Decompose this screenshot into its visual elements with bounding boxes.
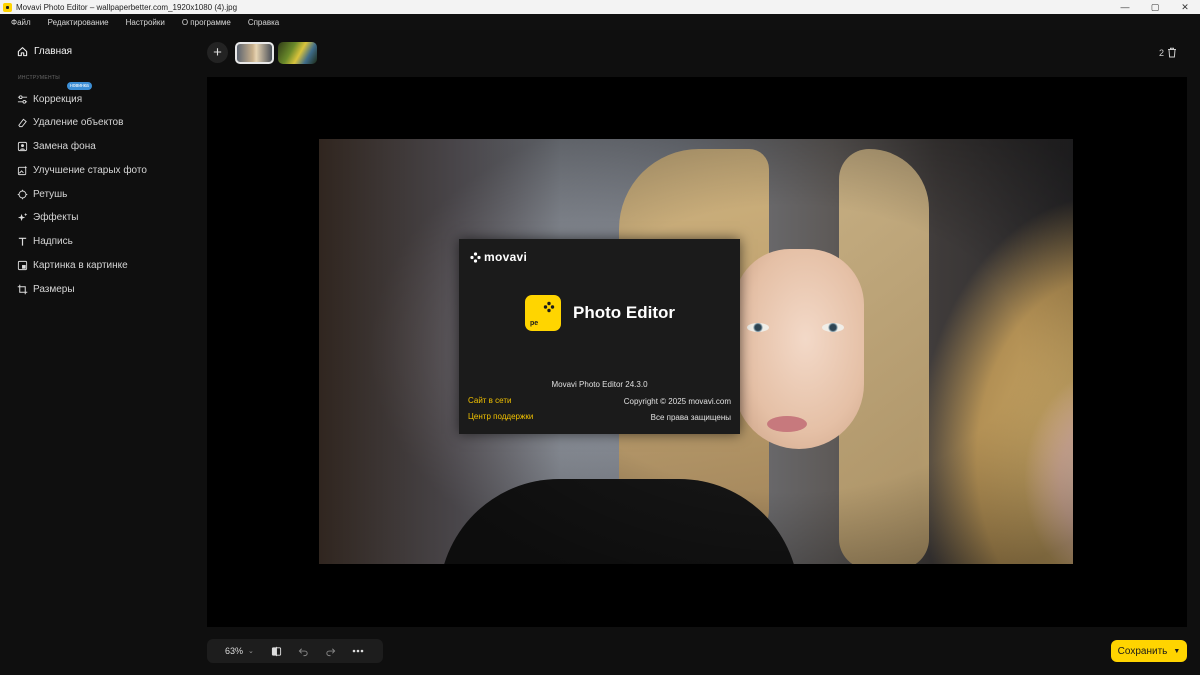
sidebar-item-picture-in-picture[interactable]: Картинка в картинке (17, 258, 128, 272)
sidebar-item-label: Эффекты (33, 211, 79, 223)
sidebar-item-label: Надпись (33, 235, 73, 247)
undo-icon (299, 647, 309, 656)
maximize-button[interactable]: ▢ (1140, 2, 1170, 13)
more-button[interactable] (349, 642, 367, 660)
sidebar-item-label: Картинка в картинке (33, 259, 128, 271)
sidebar-item-resize[interactable]: Размеры (17, 282, 75, 296)
tools-section-label: ИНСТРУМЕНТЫ (18, 75, 60, 81)
sidebar-item-background-replace[interactable]: Замена фона (17, 139, 96, 153)
sliders-icon (17, 94, 28, 105)
photo-enhance-icon (17, 165, 28, 176)
text-icon (17, 236, 28, 247)
copyright-text: Copyright © 2025 movavi.com (623, 397, 731, 406)
sidebar-item-label: Замена фона (33, 140, 96, 152)
trash-icon (1168, 47, 1177, 58)
undo-button[interactable] (295, 642, 313, 660)
sidebar-item-label: Размеры (33, 283, 75, 295)
movavi-logo-icon (470, 251, 481, 263)
bottom-toolbar: 63% ⌄ (207, 639, 383, 663)
sidebar-item-effects[interactable]: Эффекты (17, 210, 78, 224)
zoom-dropdown[interactable]: 63% ⌄ (225, 646, 254, 656)
movavi-brand: movavi (470, 250, 527, 264)
menu-bar: Файл Редактирование Настройки О программ… (0, 14, 1200, 30)
redo-icon (326, 647, 336, 656)
save-button[interactable]: Сохранить ▼ (1111, 640, 1187, 662)
version-text: Movavi Photo Editor 24.3.0 (551, 380, 648, 389)
more-icon (352, 649, 364, 653)
home-icon (17, 47, 28, 57)
chevron-down-icon: ⌄ (248, 648, 254, 655)
support-center-link[interactable]: Центр поддержки (468, 412, 533, 421)
sidebar-item-retouch[interactable]: Ретушь (17, 187, 67, 201)
sidebar-item-old-photo-enhance[interactable]: Улучшение старых фото (17, 163, 147, 177)
open-files-counter[interactable]: 2 (1159, 47, 1177, 58)
sidebar-item-object-removal[interactable]: Удаление объектов (17, 115, 123, 129)
chevron-down-icon: ▼ (1173, 647, 1181, 655)
sidebar-item-text[interactable]: Надпись (17, 234, 73, 248)
retouch-icon (17, 189, 28, 200)
sidebar-item-correction[interactable]: Коррекция (17, 92, 82, 106)
rights-text: Все права защищены (650, 413, 731, 422)
window-titlebar: Movavi Photo Editor – wallpaperbetter.co… (0, 0, 1200, 14)
new-badge: НОВИНКА (67, 82, 92, 90)
compare-icon (272, 646, 282, 656)
about-dialog: movavi pe Photo Editor Movavi Photo Edit… (459, 239, 740, 434)
photo-thumbnail-portrait[interactable] (235, 42, 274, 64)
photo-thumbnail-bird[interactable] (278, 42, 317, 64)
sidebar-item-label: Коррекция (33, 93, 83, 105)
eraser-icon (17, 117, 28, 128)
portrait-icon (17, 141, 28, 152)
sidebar-home-label: Главная (34, 46, 73, 57)
product-name: Photo Editor (573, 303, 675, 322)
close-button[interactable]: ✕ (1170, 2, 1200, 13)
sidebar-item-label: Ретушь (33, 188, 68, 200)
add-photo-button[interactable]: + (207, 42, 228, 63)
compare-button[interactable] (268, 642, 286, 660)
open-files-count: 2 (1159, 47, 1165, 58)
picture-in-picture-icon (17, 260, 28, 271)
logo-text: pe (530, 320, 539, 327)
menu-edit[interactable]: Редактирование (48, 18, 109, 27)
menu-file[interactable]: Файл (11, 18, 31, 27)
menu-about[interactable]: О программе (182, 18, 231, 27)
website-link[interactable]: Сайт в сети (468, 396, 511, 405)
zoom-value: 63% (225, 646, 244, 656)
minimize-button[interactable]: — (1110, 2, 1140, 12)
sidebar: Главная ИНСТРУМЕНТЫ НОВИНКА Коррекция Уд… (0, 30, 200, 675)
window-title: Movavi Photo Editor – wallpaperbetter.co… (16, 2, 238, 12)
sparkle-icon (17, 212, 28, 223)
app-icon (3, 2, 12, 12)
save-button-label: Сохранить (1117, 645, 1168, 657)
menu-settings[interactable]: Настройки (126, 18, 165, 27)
brand-name: movavi (484, 250, 528, 264)
sidebar-item-label: Удаление объектов (33, 116, 124, 128)
redo-button[interactable] (322, 642, 340, 660)
sidebar-item-home[interactable]: Главная (17, 46, 72, 57)
photo-editor-logo-icon: pe (525, 295, 561, 331)
crop-icon (17, 284, 28, 295)
sidebar-item-label: Улучшение старых фото (33, 164, 147, 176)
menu-help[interactable]: Справка (248, 18, 279, 27)
